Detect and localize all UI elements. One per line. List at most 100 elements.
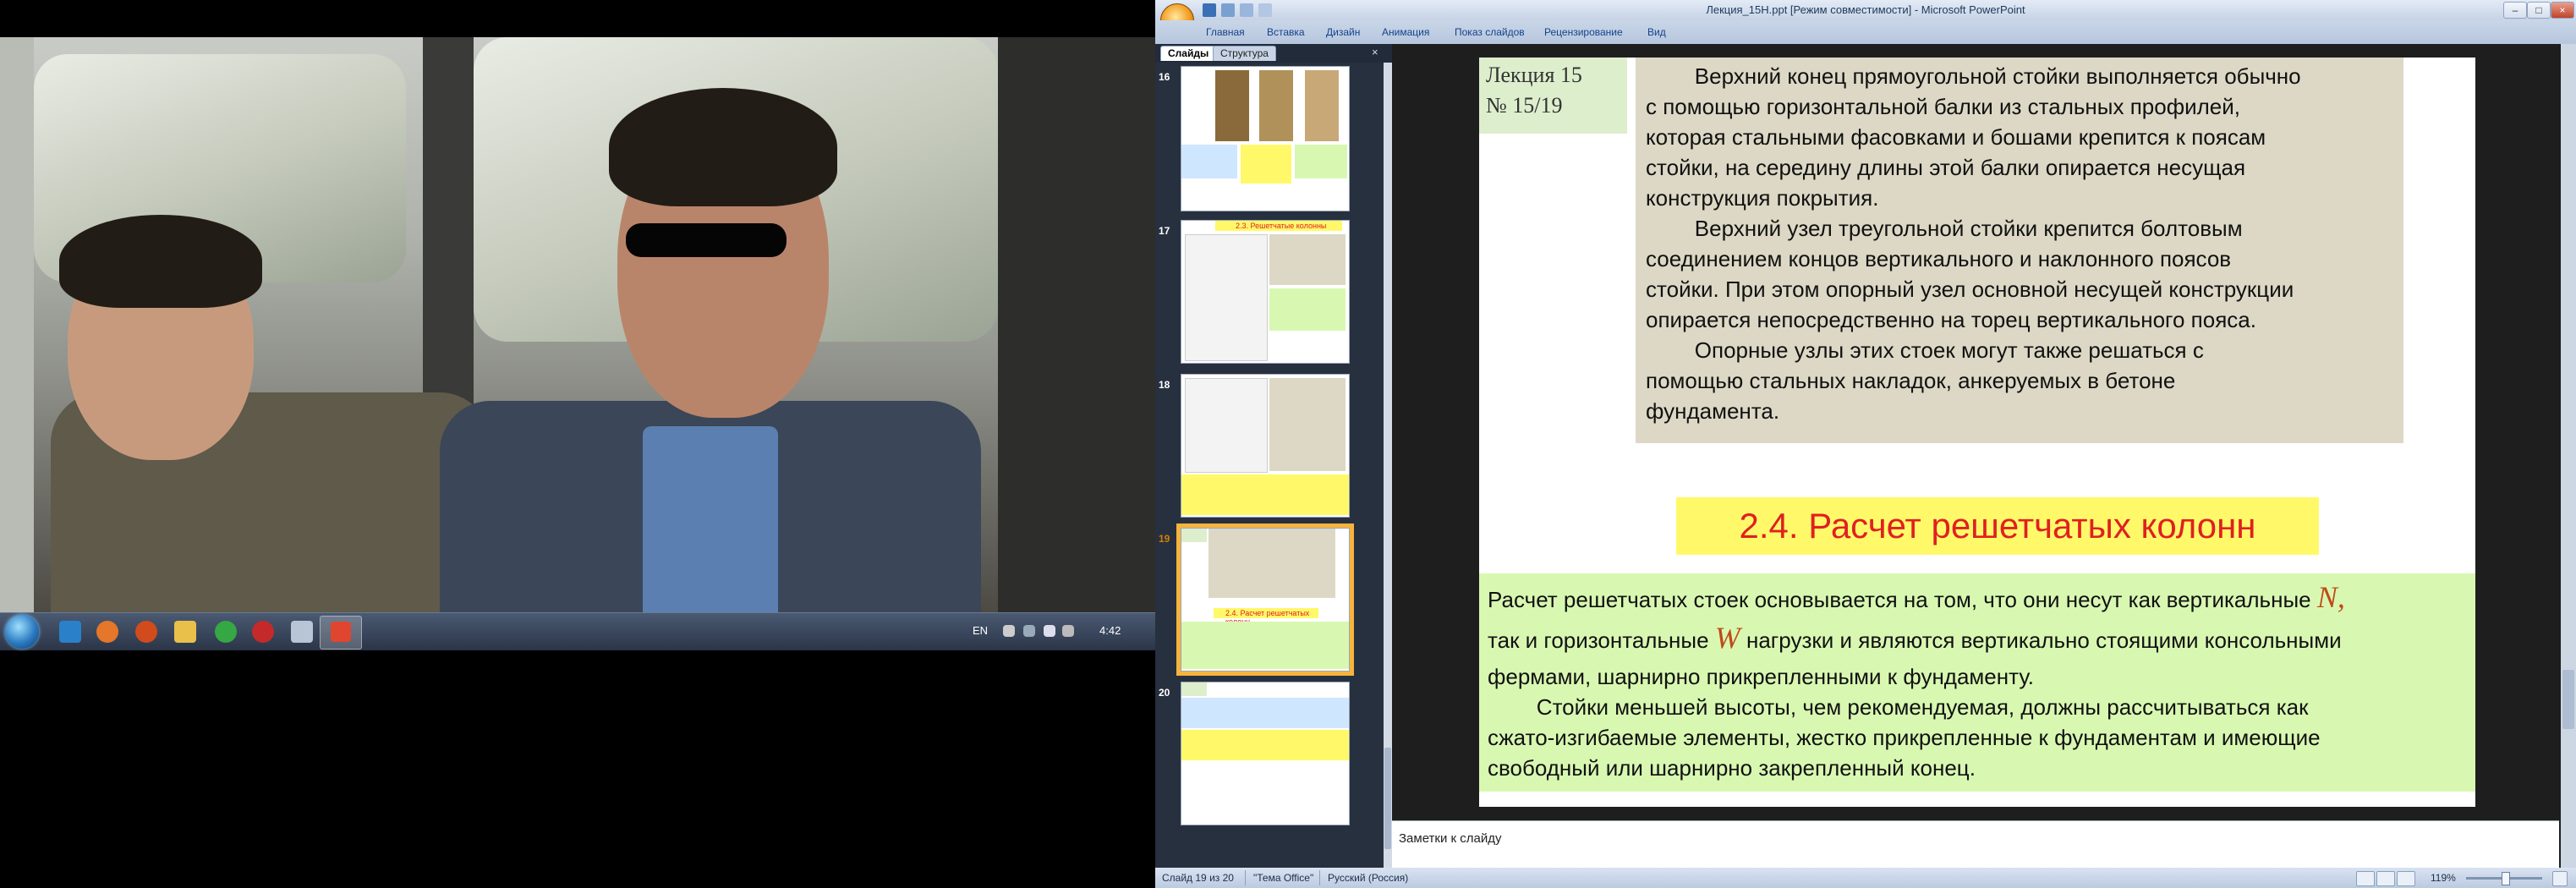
zoom-level[interactable]: 119% <box>2431 872 2456 884</box>
tab-view[interactable]: Вид <box>1647 26 1666 38</box>
text-line: соединением концов вертикального и накло… <box>1646 246 2232 271</box>
firefox-icon[interactable] <box>96 621 118 643</box>
tab-home[interactable]: Главная <box>1206 26 1245 38</box>
text-line: Верхний узел треугольной стойки крепится… <box>1646 216 2243 241</box>
section-heading-box[interactable]: 2.4. Расчет решетчатых колонн <box>1676 497 2319 555</box>
editor-scroll-thumb[interactable] <box>2562 670 2574 729</box>
powerpoint-window: Лекция_15Н.ppt [Режим совместимости] - M… <box>1155 0 2576 888</box>
active-task-button[interactable] <box>320 616 362 650</box>
text-line: стойки, на середину длины этой балки опи… <box>1646 155 2246 180</box>
panel-scrollbar[interactable] <box>1384 63 1392 868</box>
lecture-label[interactable]: Лекция 15 № 15/19 <box>1479 58 1627 134</box>
text-line: с помощью горизонтальной балки из стальн… <box>1646 94 2240 119</box>
thumbnail-number: 19 <box>1159 533 1170 545</box>
thumbnail-number: 20 <box>1159 687 1170 699</box>
status-bar: Слайд 19 из 20 "Тема Office" Русский (Ро… <box>1155 868 2576 888</box>
close-button[interactable]: × <box>2551 2 2574 19</box>
text-line: так и горизонтальные W нагрузки и являют… <box>1488 622 2469 655</box>
tab-slides[interactable]: Слайды <box>1160 46 1217 61</box>
normal-view-icon[interactable] <box>2356 871 2375 886</box>
thumb-text <box>1269 378 1346 471</box>
tab-outline[interactable]: Структура <box>1213 46 1276 61</box>
thumb-text <box>1241 145 1291 184</box>
tab-insert[interactable]: Вставка <box>1267 26 1305 38</box>
hair-right <box>609 88 837 206</box>
text-line: Расчет решетчатых стоек основывается на … <box>1488 582 2469 615</box>
thumbnail-list[interactable]: 16 17 2.3. Решетчатые колонны 18 19 2.4.… <box>1155 63 1384 868</box>
thumb-drawing <box>1185 234 1268 361</box>
thumb-text <box>1181 145 1237 178</box>
taskbar-clock[interactable]: 4:42 <box>1099 624 1121 637</box>
thumb-drawing <box>1185 378 1268 473</box>
close-panel-icon[interactable]: × <box>1372 46 1378 58</box>
text-line: конструкция покрытия. <box>1646 185 1879 211</box>
thumb-label <box>1181 529 1207 542</box>
text-line: Стойки меньшей высоты, чем рекомендуемая… <box>1488 694 2309 720</box>
language-indicator[interactable]: EN <box>973 624 988 637</box>
alert-app-icon[interactable] <box>252 621 274 643</box>
tab-review[interactable]: Рецензирование <box>1544 26 1623 38</box>
tray-arrow-icon[interactable] <box>1003 625 1015 637</box>
theme-name: "Тема Office" <box>1253 872 1314 884</box>
text-line: помощью стальных накладок, анкеруемых в … <box>1646 368 2176 393</box>
thumb-text <box>1209 529 1335 598</box>
text-line: фундамента. <box>1646 398 1780 424</box>
show-desktop-icon[interactable] <box>59 621 81 643</box>
thumbnail-slide[interactable] <box>1181 374 1350 518</box>
maximize-button[interactable]: □ <box>2527 2 2551 19</box>
slide-sorter-icon[interactable] <box>2376 871 2395 886</box>
current-slide[interactable]: Лекция 15 № 15/19 Верхний конец прямоуго… <box>1479 58 2475 807</box>
thumbnail-slide[interactable] <box>1181 66 1350 211</box>
thumb-text <box>1181 730 1349 760</box>
video-frame <box>0 37 1155 612</box>
car-left-frame <box>0 37 34 612</box>
title-bar: Лекция_15Н.ppt [Режим совместимости] - M… <box>1155 0 2576 37</box>
editor-scrollbar[interactable] <box>2561 44 2576 868</box>
slides-panel: Слайды Структура × 16 17 2.3. Решетчатые… <box>1155 44 1392 868</box>
text-segment: нагрузки и являются вертикально стоящими… <box>1740 628 2342 653</box>
symbol-w: W <box>1714 621 1740 655</box>
start-button[interactable] <box>5 615 39 649</box>
status-separator <box>1245 870 1246 885</box>
browser-icon[interactable] <box>135 621 157 643</box>
window-app-icon[interactable] <box>291 621 313 643</box>
thumbnail-number: 17 <box>1159 225 1170 237</box>
tab-animation[interactable]: Анимация <box>1382 26 1429 38</box>
text-block-bottom[interactable]: Расчет решетчатых стоек основывается на … <box>1479 573 2475 792</box>
status-separator <box>1319 870 1320 885</box>
work-area: Слайды Структура × 16 17 2.3. Решетчатые… <box>1155 44 2576 869</box>
notes-pane[interactable]: Заметки к слайду <box>1392 820 2559 869</box>
thumb-text <box>1295 145 1347 178</box>
folder-icon[interactable] <box>174 621 196 643</box>
thumbnail-slide[interactable]: 2.3. Решетчатые колонны <box>1181 220 1350 364</box>
minimize-button[interactable]: – <box>2503 2 2527 19</box>
ribbon-tabs: Главная Вставка Дизайн Анимация Показ сл… <box>1155 20 2576 44</box>
text-block-top[interactable]: Верхний конец прямоугольной стойки выпол… <box>1636 58 2403 443</box>
text-line: фермами, шарнирно прикрепленными к фунда… <box>1488 664 2034 689</box>
tab-slideshow[interactable]: Показ слайдов <box>1455 26 1525 38</box>
panel-tabs: Слайды Структура <box>1160 46 1382 61</box>
symbol-n: N, <box>2316 580 2345 614</box>
thumb-title-box: 2.3. Решетчатые колонны <box>1215 221 1342 231</box>
tray-volume-icon[interactable] <box>1044 625 1055 637</box>
thumb-text <box>1181 698 1349 728</box>
skype-icon[interactable] <box>215 621 237 643</box>
tab-design[interactable]: Дизайн <box>1326 26 1360 38</box>
sunglasses <box>626 223 787 257</box>
thumb-text <box>1181 622 1349 669</box>
zoom-slider-handle[interactable] <box>2502 872 2510 885</box>
slideshow-view-icon[interactable] <box>2397 871 2415 886</box>
lecture-number: Лекция 15 <box>1486 63 1582 87</box>
thumbnail-number: 16 <box>1159 71 1170 83</box>
slide-counter: Слайд 19 из 20 <box>1162 872 1234 884</box>
thumbnail-slide-selected[interactable]: 2.4. Расчет решетчатых колонн <box>1176 523 1354 676</box>
thumbnail-number: 18 <box>1159 379 1170 391</box>
fit-slide-icon[interactable] <box>2552 871 2568 886</box>
panel-scroll-thumb[interactable] <box>1384 748 1391 849</box>
tray-flag-icon[interactable] <box>1062 625 1074 637</box>
thumb-photo <box>1305 70 1339 141</box>
language-status[interactable]: Русский (Россия) <box>1328 872 1408 884</box>
thumb-photo <box>1259 70 1293 141</box>
tray-network-icon[interactable] <box>1023 625 1035 637</box>
thumbnail-slide[interactable] <box>1181 682 1350 825</box>
